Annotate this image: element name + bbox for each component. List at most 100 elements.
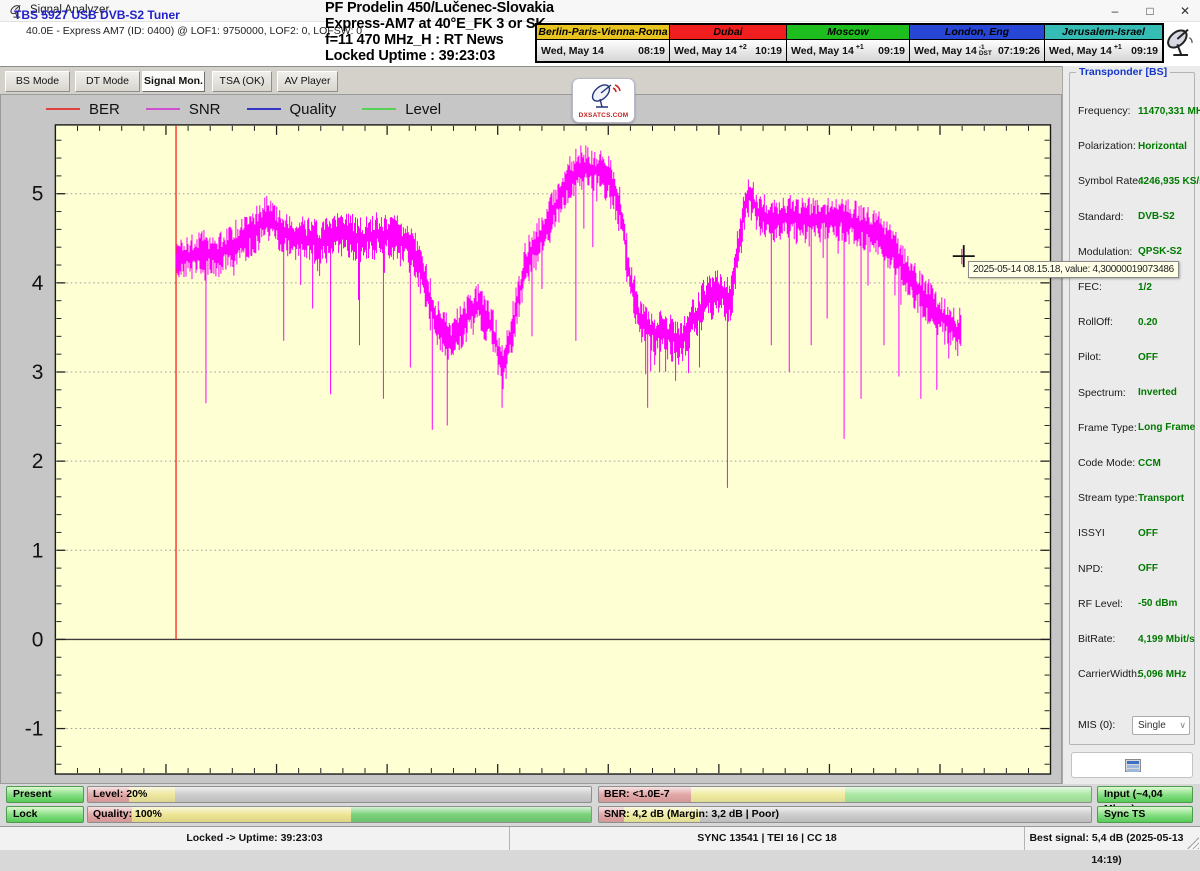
transponder-group-box: Transponder [BS] Frequency:11470,331 MHz… [1069,72,1195,745]
level-bar-label: Level: 20% [93,788,147,800]
transponder-row-label: Modulation: [1078,246,1132,258]
transponder-row-value: OFF [1138,528,1158,539]
mis-row: MIS (0): Single ∨ [1070,716,1196,736]
transponder-row-label: Spectrum: [1078,387,1126,399]
mis-dropdown[interactable]: Single ∨ [1132,716,1190,735]
clock-date: Wed, May 14 [914,45,977,57]
chevron-down-icon: ∨ [1179,717,1186,734]
clock-city: Moscow [787,25,909,40]
clock-cell-3: London, EngWed, May 14-1DST07:19:26 [910,25,1045,61]
tab-signal-mon-[interactable]: Signal Mon. [142,71,205,92]
present-indicator: Present [6,786,84,803]
tab-tsa-ok-[interactable]: TSA (OK) [212,71,272,92]
quality-bar-label: Quality: 100% [93,808,162,820]
transponder-row-label: Code Mode: [1078,457,1135,469]
session-info: PF Prodelin 450/Lučenec-Slovakia Express… [325,0,554,64]
clock-dst-offset: -1DST [979,45,992,57]
transponder-row-value: -50 dBm [1138,598,1177,609]
signal-plot[interactable]: -1012345 [0,94,1062,784]
transponder-row-label: Symbol Rate: [1078,175,1141,187]
maximize-button[interactable]: □ [1141,2,1159,20]
legend-swatch [46,108,80,111]
svg-text:-1: -1 [25,718,44,741]
tab-av-player[interactable]: AV Player [277,71,338,92]
title-bar: Signal Analyzer – □ ✕ [0,0,1200,22]
transponder-row-value: 0.20 [1138,317,1157,328]
bar-segment [691,787,845,802]
legend-item-quality: Quality [247,101,337,118]
clock-time-row: Wed, May 14 08:19 [537,40,669,61]
floppy-icon [1125,759,1141,772]
transponder-row-value: OFF [1138,352,1158,363]
transponder-row-label: RollOff: [1078,316,1113,328]
transponder-row-label: Frame Type: [1078,422,1137,434]
clock-utc-offset: +2 [739,44,747,51]
ber-bar: BER: <1.0E-7 [598,786,1092,803]
panel-action-button[interactable] [1071,752,1193,778]
legend-label: SNR [189,101,221,118]
transponder-row-label: ISSYI [1078,527,1105,539]
chart-legend: BER SNR Quality Level [0,96,1060,122]
status-bar: Locked -> Uptime: 39:23:03 SYNC 13541 | … [0,826,1200,850]
bar-segment [132,807,351,822]
transponder-row-value: Horizontal [1138,141,1187,152]
snr-bar: SNR: 4,2 dB (Margin: 3,2 dB | Poor) [598,806,1092,823]
transponder-row-label: Frequency: [1078,105,1131,117]
legend-swatch [146,108,180,111]
transponder-row-label: Pilot: [1078,351,1101,363]
clock-city: Jerusalem-Israel [1045,25,1162,40]
transponder-row-value: Long Frame [1138,422,1195,433]
session-line-frequency: f=11 470 MHz_H : RT News [325,32,554,48]
status-sync-counters: SYNC 13541 | TEI 16 | CC 18 [510,827,1025,850]
transponder-row-value: QPSK-S2 [1138,246,1182,257]
transponder-row-value: 4246,935 KS/s [1138,176,1200,187]
clock-time-row: Wed, May 14-1DST 07:19:26 [910,40,1044,61]
legend-item-ber: BER [46,101,120,118]
clock-time-row: Wed, May 14+109:19 [787,40,909,61]
svg-text:2: 2 [32,450,44,473]
level-bar: Level: 20% [87,786,592,803]
transponder-row-label: CarrierWidth: [1078,668,1140,680]
clock-date: Wed, May 14 [674,45,737,57]
clock-time-row: Wed, May 14+109:19 [1045,40,1162,61]
transponder-row-label: BitRate: [1078,633,1115,645]
legend-item-snr: SNR [146,101,221,118]
snr-bar-label: SNR: 4,2 dB (Margin: 3,2 dB | Poor) [604,808,779,820]
world-clock-table: Berlin-Paris-Vienna-Roma Wed, May 14 08:19… [535,23,1164,63]
bar-segment [845,787,1091,802]
tuner-detail: 40.0E - Express AM7 (ID: 0400) @ LOF1: 9… [26,25,362,37]
tab-dt-mode[interactable]: DT Mode [75,71,140,92]
clock-time: 07:19:26 [998,45,1040,57]
resize-grip[interactable] [1187,837,1199,849]
transponder-row-label: Stream type: [1078,492,1138,504]
status-uptime: Locked -> Uptime: 39:23:03 [0,827,510,850]
transponder-row-value: 11470,331 MHz [1138,106,1200,117]
transponder-row-value: 1/2 [1138,282,1152,293]
satellite-dish-icon [1164,26,1196,60]
legend-label: BER [89,101,120,118]
close-button[interactable]: ✕ [1176,2,1194,20]
clock-utc-offset: +1 [856,44,864,51]
clock-city: Berlin-Paris-Vienna-Roma [537,25,669,40]
input-indicator: Input (~4,04 Mbps) [1097,786,1193,803]
clock-cell-1: Dubai Wed, May 14+2 10:19 [670,25,787,61]
session-line-antenna: PF Prodelin 450/Lučenec-Slovakia [325,0,554,16]
clock-time: 09:19 [1131,45,1158,57]
legend-item-level: Level [362,101,441,118]
clock-time: 08:19 [638,45,665,57]
dxsatcs-logo-text: DXSATCS.COM [573,112,634,119]
svg-text:5: 5 [32,183,44,206]
transponder-panel: Transponder [BS] Frequency:11470,331 MHz… [1062,66,1200,784]
minimize-button[interactable]: – [1106,2,1124,20]
transponder-row-value: DVB-S2 [1138,211,1175,222]
clock-city: Dubai [670,25,786,40]
clock-date: Wed, May 14 [541,45,604,57]
clock-time: 10:19 [755,45,782,57]
transponder-row-value: OFF [1138,563,1158,574]
clock-date: Wed, May 14 [1049,45,1112,57]
transponder-row-value: Inverted [1138,387,1177,398]
tab-bs-mode[interactable]: BS Mode [5,71,70,92]
bar-segment [351,807,591,822]
lock-indicator: Lock [6,806,84,823]
svg-text:3: 3 [32,361,44,384]
